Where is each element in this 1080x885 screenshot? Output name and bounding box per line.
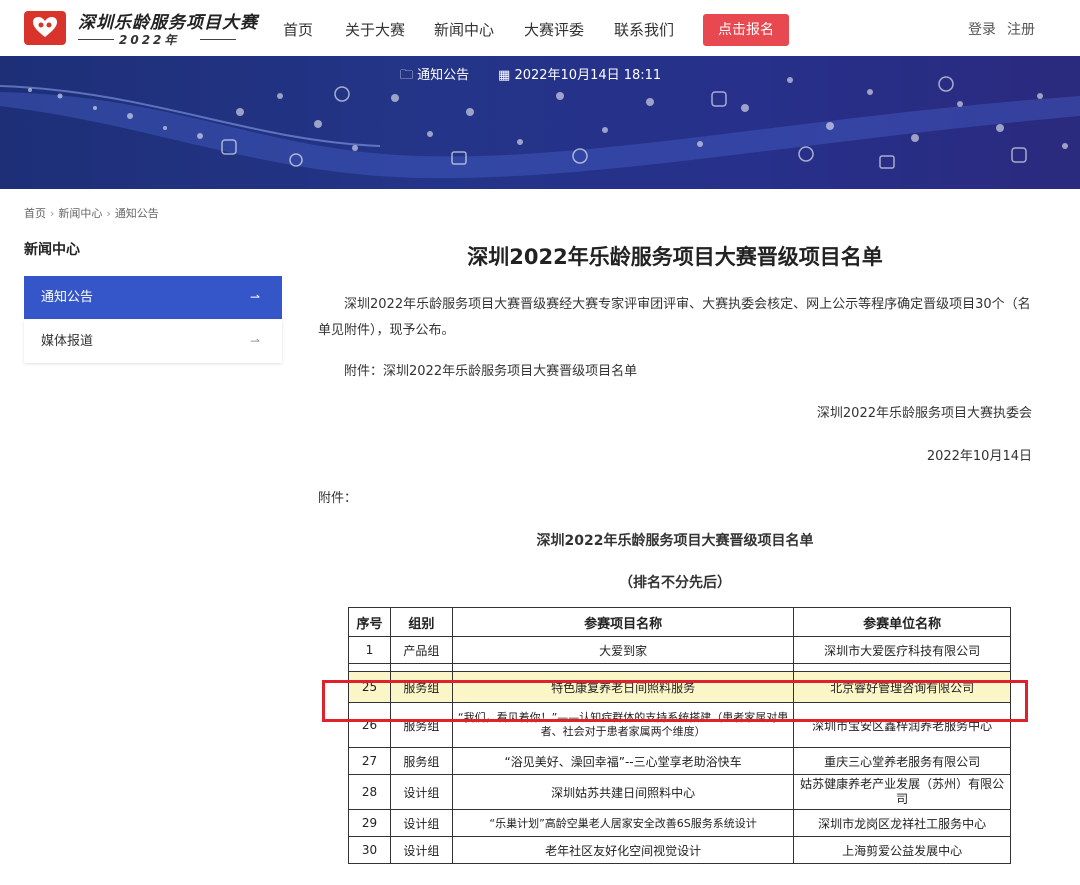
register-link[interactable]: 注册 [1007, 19, 1035, 39]
table-row: 28 设计组 深圳姑苏共建日间照料中心 姑苏健康养老产业发展（苏州）有限公司 [348, 774, 1011, 810]
signup-button[interactable]: 点击报名 [703, 14, 789, 46]
cell-number: 29 [348, 809, 391, 837]
cell-unit: 上海剪爱公益发展中心 [793, 836, 1011, 864]
cell-project: “乐巢计划”高龄空巢老人居家安全改善6S服务系统设计 [451, 809, 795, 837]
page-banner: 🗀 通知公告 ▦ 2022年10月14日 18:11 [0, 56, 1080, 189]
cell-unit: 姑苏健康养老产业发展（苏州）有限公司 [793, 774, 1011, 810]
login-link[interactable]: 登录 [968, 19, 996, 39]
breadcrumb-news[interactable]: 新闻中心 [58, 207, 102, 220]
arrow-right-icon: ⇀ [249, 334, 260, 348]
article-signature: 深圳2022年乐龄服务项目大赛执委会 [816, 406, 1032, 421]
cell-number: 28 [348, 774, 391, 810]
cell-number: 1 [348, 636, 391, 664]
logo-title: 深圳乐龄服务项目大赛 [78, 13, 258, 33]
cell-number: 30 [348, 836, 391, 864]
table-row: 29 设计组 “乐巢计划”高龄空巢老人居家安全改善6S服务系统设计 深圳市龙岗区… [348, 809, 1011, 837]
sidebar-item-media[interactable]: 媒体报道 ⇀ [24, 320, 282, 363]
cell-group: 产品组 [389, 636, 453, 664]
sidebar-item-label: 通知公告 [41, 290, 94, 305]
banner-datetime-label: 2022年10月14日 18:11 [514, 68, 662, 83]
table-row: 1 产品组 大爱到家 深圳市大爱医疗科技有限公司 [348, 636, 1011, 664]
article-title: 深圳2022年乐龄服务项目大赛晋级项目名单 [467, 245, 883, 269]
logo-divider [200, 39, 236, 40]
cell-group: 设计组 [389, 774, 453, 810]
attachment-label: 附件： [318, 491, 358, 506]
cell-unit: 重庆三心堂养老服务有限公司 [793, 747, 1011, 775]
nav-item-about[interactable]: 关于大赛 [345, 19, 405, 40]
list-title: 深圳2022年乐龄服务项目大赛晋级项目名单 [536, 533, 814, 549]
logo-year: 2022年 [119, 33, 180, 47]
table-row: 30 设计组 老年社区友好化空间视觉设计 上海剪爱公益发展中心 [348, 836, 1011, 864]
breadcrumb-notices[interactable]: 通知公告 [115, 207, 159, 220]
nav-item-judges[interactable]: 大赛评委 [524, 19, 584, 40]
site-header: 深圳乐龄服务项目大赛 2022年 首页 关于大赛 新闻中心 大赛评委 联系我们 … [0, 0, 1080, 56]
highlight-annotation-box [322, 680, 1028, 722]
article-paragraph: 深圳2022年乐龄服务项目大赛晋级赛经大赛专家评审团评审、大赛执委会核定、网上公… [318, 297, 1031, 338]
header-number: 序号 [348, 607, 391, 637]
nav-item-home[interactable]: 首页 [283, 19, 313, 40]
nav-item-contact[interactable]: 联系我们 [614, 19, 674, 40]
article-attachment-line: 附件：深圳2022年乐龄服务项目大赛晋级项目名单 [344, 364, 638, 379]
cell-group: 服务组 [389, 747, 453, 775]
sidebar-item-label: 媒体报道 [41, 334, 94, 349]
breadcrumb-home[interactable]: 首页 [24, 207, 46, 220]
table-row: 27 服务组 “浴见美好、澡回幸福”--三心堂享老助浴快车 重庆三心堂养老服务有… [348, 747, 1011, 775]
cell-project: 深圳姑苏共建日间照料中心 [451, 774, 795, 810]
cell-number: 27 [348, 747, 391, 775]
table-header-row: 序号 组别 参赛项目名称 参赛单位名称 [348, 607, 1011, 637]
site-logo[interactable] [24, 11, 66, 45]
banner-category-label: 通知公告 [417, 68, 470, 83]
cell-project: 大爱到家 [451, 636, 795, 664]
calendar-icon: ▦ [498, 68, 511, 83]
header-project: 参赛项目名称 [451, 607, 795, 637]
logo-heart-icon [33, 17, 57, 37]
sidebar-title: 新闻中心 [24, 242, 80, 258]
list-subtitle: （排名不分先后） [619, 575, 731, 591]
cell-group: 设计组 [389, 836, 453, 864]
header-group: 组别 [389, 607, 453, 637]
banner-category: 🗀 通知公告 [400, 64, 469, 88]
cell-project: “浴见美好、澡回幸福”--三心堂享老助浴快车 [451, 747, 795, 775]
banner-datetime: ▦ 2022年10月14日 18:11 [498, 64, 661, 83]
header-unit: 参赛单位名称 [793, 607, 1011, 637]
arrow-right-icon: ⇀ [249, 290, 260, 304]
cell-unit: 深圳市大爱医疗科技有限公司 [793, 636, 1011, 664]
table-row-gap [348, 663, 1011, 672]
sidebar-item-notices[interactable]: 通知公告 ⇀ [24, 276, 282, 319]
breadcrumb: 首页 › 新闻中心 › 通知公告 [24, 207, 159, 220]
logo-divider [78, 39, 114, 40]
document-icon: 🗀 [400, 68, 414, 83]
cell-project: 老年社区友好化空间视觉设计 [451, 836, 795, 864]
cell-group: 设计组 [389, 809, 453, 837]
nav-item-news[interactable]: 新闻中心 [434, 19, 494, 40]
article-date: 2022年10月14日 [926, 449, 1032, 464]
promotion-table: 序号 组别 参赛项目名称 参赛单位名称 1 产品组 大爱到家 深圳市大爱医疗科技… [348, 607, 1011, 864]
cell-unit: 深圳市龙岗区龙祥社工服务中心 [793, 809, 1011, 837]
